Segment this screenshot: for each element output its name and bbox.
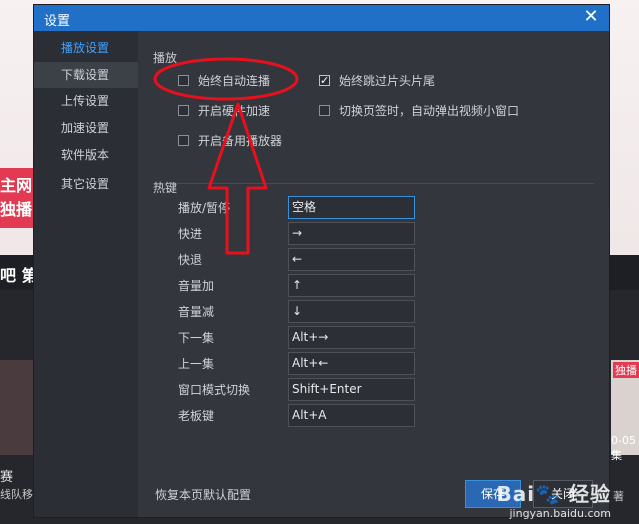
watermark-url: jingyan.baidu.com <box>509 507 611 520</box>
annotation-up-arrow <box>207 102 268 255</box>
annotation-overlay <box>153 57 299 255</box>
watermark: Bai🐾 经验 jingyan.baidu.com <box>497 478 611 520</box>
watermark-logo: Bai🐾 经验 <box>496 482 611 506</box>
annotation-highlight-ellipse <box>153 57 299 101</box>
